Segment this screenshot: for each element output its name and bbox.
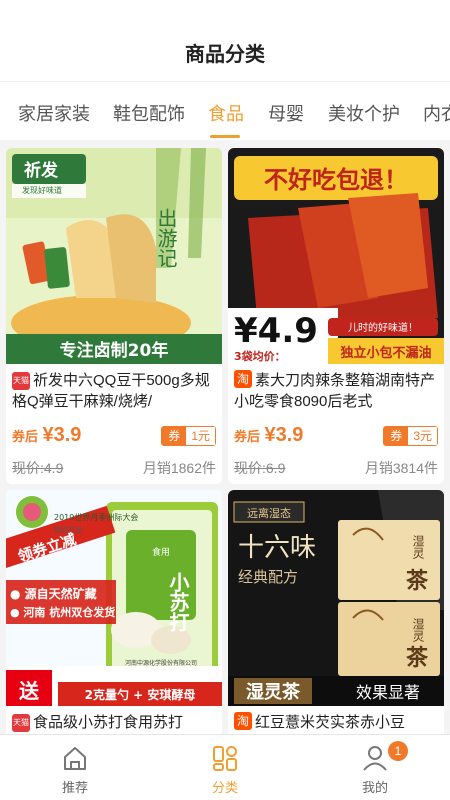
- tab-shoes-bags[interactable]: 鞋包配饰: [113, 100, 185, 126]
- price-row: 券后 ¥3.9 券 3元: [234, 424, 438, 448]
- image-sub: 经典配方: [238, 568, 298, 586]
- bottom-nav: 推荐 分类 1 我的: [0, 734, 450, 800]
- product-card[interactable]: 2019世界月季洲际大会 指定产品 领券立减 ● 源自天然矿藏 ● 河南 杭州双…: [6, 490, 222, 734]
- image-tagline: 专注卤制20年: [60, 340, 169, 361]
- product-card[interactable]: 不好吃包退！ ¥4.9 3袋均价： 儿时的好味道！ 独立小包不漏油 淘素大刀肉辣…: [228, 148, 444, 484]
- meta-row: 现价:4.9 月销1862件: [12, 458, 216, 478]
- product-card[interactable]: 发现好味道 出游记 祈发 专注卤制20年 天猫 祈发中六QQ豆干500g多规格Q弹…: [6, 148, 222, 484]
- image-price-note: 3袋均价：: [234, 349, 286, 363]
- product-name: 淘红豆薏米芡实茶赤小豆: [234, 712, 438, 734]
- product-grid: 发现好味道 出游记 祈发 专注卤制20年 天猫 祈发中六QQ豆干500g多规格Q弹…: [0, 140, 450, 734]
- image-promo: 独立小包不漏油: [340, 345, 431, 361]
- image-price-big: ¥4.9: [234, 311, 318, 351]
- image-bottom-left: 湿灵茶: [246, 681, 301, 703]
- tab-underwear[interactable]: 内衣: [423, 100, 450, 126]
- image-kid-note: 儿时的好味道！: [348, 321, 418, 334]
- image-box-big-2: 茶: [406, 645, 429, 671]
- home-icon: [64, 747, 86, 770]
- tab-food[interactable]: 食品: [208, 100, 244, 126]
- image-point-2: ● 河南 杭州双仓发货: [10, 605, 115, 619]
- coupon-badge[interactable]: 券 3元: [383, 426, 438, 446]
- active-tab-indicator: [210, 135, 240, 138]
- image-product: 小苏打: [166, 572, 190, 632]
- monthly-sales: 月销3814件: [364, 460, 438, 476]
- tmall-badge-icon: 天猫: [12, 372, 30, 390]
- product-image[interactable]: 发现好味道 出游记 祈发 专注卤制20年: [6, 148, 222, 364]
- image-side-text: 出游记: [154, 208, 178, 268]
- tab-mother-baby[interactable]: 母婴: [268, 100, 304, 126]
- tab-home-decor[interactable]: 家居家装: [18, 100, 90, 126]
- tmall-badge-icon: 天猫: [12, 714, 30, 732]
- coupon-price-label: 券后: [12, 429, 39, 444]
- nav-mine-label: 我的: [361, 780, 388, 795]
- category-icon: [213, 746, 237, 771]
- coupon-badge[interactable]: 券 1元: [161, 426, 216, 446]
- image-bottom-tag: 送: [19, 679, 40, 703]
- image-maker: 河南中源化学股份有限公司: [125, 659, 197, 667]
- image-box-title: 湿灵: [411, 534, 425, 560]
- image-box-title-2: 湿灵: [411, 617, 425, 643]
- coupon-price: ¥3.9: [42, 424, 82, 446]
- image-headline: 不好吃包退！: [264, 166, 408, 194]
- app-header: 商品分类: [0, 0, 450, 82]
- product-name: 天猫 祈发中六QQ豆干500g多规格Q弹豆干麻辣/烧烤/: [12, 372, 210, 410]
- meta-row: 现价:6.9 月销3814件: [234, 458, 438, 478]
- product-image[interactable]: 远离湿态 十六味 经典配方 湿灵 茶 湿灵 茶 湿灵茶 效果显著: [228, 490, 444, 706]
- product-image[interactable]: 2019世界月季洲际大会 指定产品 领券立减 ● 源自天然矿藏 ● 河南 杭州双…: [6, 490, 222, 706]
- image-box-big: 茶: [406, 568, 429, 594]
- notification-badge: 1: [388, 741, 408, 761]
- image-product-sub: 食用: [152, 546, 170, 558]
- image-event: 2019世界月季洲际大会: [54, 512, 138, 522]
- nav-recommend-label: 推荐: [61, 780, 88, 795]
- image-bottom-text: 2克量勺 + 安琪酵母: [85, 687, 196, 702]
- taobao-badge-icon: 淘: [234, 370, 252, 388]
- nav-category[interactable]: 分类: [150, 735, 300, 800]
- product-name: 淘素大刀肉辣条整箱湖南特产小吃零食8090后老式: [234, 370, 436, 410]
- nav-recommend[interactable]: 推荐: [0, 735, 150, 800]
- image-subtitle: 发现好味道: [22, 185, 62, 195]
- image-big: 十六味: [238, 533, 316, 563]
- image-bottom-right: 效果显著: [356, 683, 420, 702]
- coupon-price: ¥3.9: [264, 424, 304, 446]
- original-price: 现价:6.9: [234, 460, 286, 476]
- original-price: 现价:4.9: [12, 460, 64, 476]
- image-point-1: ● 源自天然矿藏: [10, 586, 97, 601]
- nav-category-label: 分类: [211, 780, 238, 795]
- image-brand: 祈发: [24, 160, 59, 181]
- product-name: 天猫 食品级小苏打食用苏打: [12, 714, 184, 732]
- product-image[interactable]: 不好吃包退！ ¥4.9 3袋均价： 儿时的好味道！ 独立小包不漏油: [228, 148, 444, 364]
- nav-mine[interactable]: 1 我的: [300, 735, 450, 800]
- user-icon: [363, 746, 387, 771]
- product-card[interactable]: 远离湿态 十六味 经典配方 湿灵 茶 湿灵 茶 湿灵茶 效果显著 淘红豆薏米芡实…: [228, 490, 444, 734]
- coupon-price-label: 券后: [234, 429, 261, 444]
- image-tag: 远离湿态: [247, 506, 291, 520]
- tab-beauty[interactable]: 美妆个护: [328, 100, 400, 126]
- price-row: 券后 ¥3.9 券 1元: [12, 424, 216, 448]
- taobao-badge-icon: 淘: [234, 712, 252, 730]
- category-tabs: 家居家装 鞋包配饰 食品 母婴 美妆个护 内衣: [0, 82, 450, 140]
- monthly-sales: 月销1862件: [142, 460, 216, 476]
- page-title: 商品分类: [185, 44, 265, 66]
